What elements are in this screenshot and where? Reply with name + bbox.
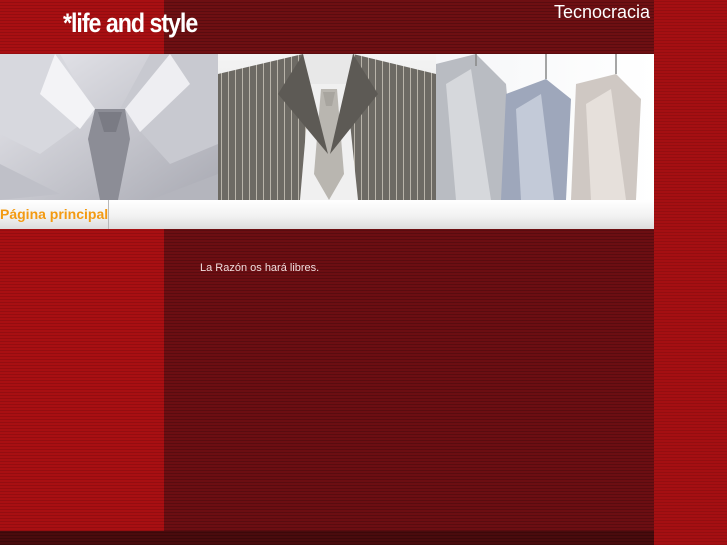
banner [0,54,654,200]
nav-bar: Página principal [0,200,654,229]
footer [0,531,654,545]
main-content: La Razón os hará libres. [164,229,654,531]
site-logo[interactable]: *life and style [63,8,198,39]
left-sidebar [0,229,164,531]
main-text: La Razón os hará libres. [200,262,320,274]
banner-pinstripe-suit-image [218,54,436,200]
header: *life and style Tecnocracia [0,0,654,54]
banner-shirt-tie-image [0,54,218,200]
site-title: Tecnocracia [553,2,650,22]
page-wrapper: *life and style Tecnocracia Página princ… [0,0,654,545]
banner-hanging-jackets-image [436,54,654,200]
nav-item-home[interactable]: Página principal [0,200,109,229]
